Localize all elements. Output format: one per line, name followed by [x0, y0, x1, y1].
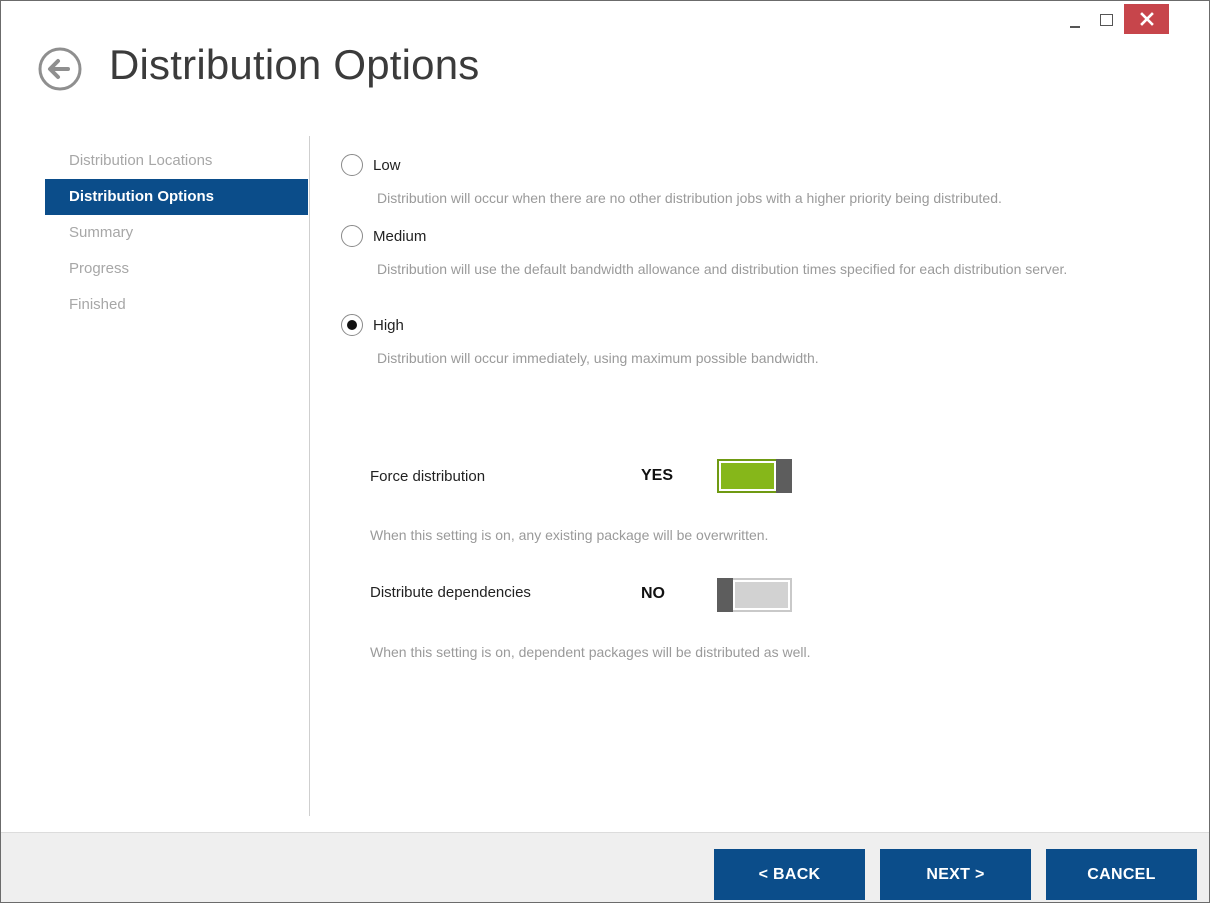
priority-medium-description: Distribution will use the default bandwi… — [377, 261, 1068, 277]
sidebar-item-finished: Finished — [69, 296, 126, 313]
toggle-knob[interactable] — [717, 578, 733, 612]
sidebar-item-progress: Progress — [69, 260, 130, 277]
toggle-fill — [735, 582, 788, 608]
priority-low-description: Distribution will occur when there are n… — [377, 190, 1002, 206]
distribute-dependencies-toggle[interactable] — [717, 578, 792, 612]
force-distribution-state: YES — [641, 467, 674, 484]
radio-circle[interactable] — [341, 154, 363, 176]
minimize-icon — [1070, 26, 1080, 28]
maximize-button[interactable] — [1091, 5, 1121, 35]
priority-high-radio[interactable]: High — [341, 314, 404, 336]
priority-high-description: Distribution will occur immediately, usi… — [377, 350, 819, 366]
close-button[interactable] — [1124, 4, 1169, 34]
wizard-window: Distribution Options Distribution Locati… — [0, 0, 1210, 903]
force-distribution-hint: When this setting is on, any existing pa… — [370, 527, 769, 543]
cancel-button[interactable]: CANCEL — [1046, 849, 1197, 900]
sidebar-item-summary: Summary — [69, 224, 134, 241]
distribute-dependencies-state: NO — [641, 585, 665, 602]
toggle-knob[interactable] — [776, 459, 792, 493]
back-button[interactable]: < BACK — [714, 849, 865, 900]
radio-label-high: High — [373, 316, 404, 334]
page-title: Distribution Options — [109, 41, 480, 88]
sidebar-item-distribution-locations[interactable]: Distribution Locations — [45, 143, 308, 179]
footer-bar: < BACK NEXT > CANCEL — [1, 832, 1209, 902]
priority-medium-radio[interactable]: Medium — [341, 225, 426, 247]
maximize-icon — [1099, 14, 1113, 26]
next-button[interactable]: NEXT > — [880, 849, 1031, 900]
close-icon — [1139, 12, 1154, 26]
priority-low-radio[interactable]: Low — [341, 154, 401, 176]
sidebar-nav: Distribution Locations Distribution Opti… — [45, 143, 308, 323]
toggle-fill — [721, 463, 774, 489]
distribute-dependencies-label: Distribute dependencies — [370, 584, 531, 601]
distribute-dependencies-hint: When this setting is on, dependent packa… — [370, 644, 811, 660]
radio-label-low: Low — [373, 156, 401, 174]
back-arrow-icon[interactable] — [38, 47, 82, 91]
sidebar-item-distribution-options[interactable]: Distribution Options — [45, 179, 308, 215]
radio-label-medium: Medium — [373, 227, 427, 245]
radio-circle-selected[interactable] — [341, 314, 363, 336]
sidebar-divider — [309, 136, 310, 816]
force-distribution-toggle[interactable] — [717, 459, 792, 493]
force-distribution-label: Force distribution — [370, 468, 486, 485]
radio-selected-dot — [347, 320, 357, 330]
radio-circle[interactable] — [341, 225, 363, 247]
minimize-button[interactable] — [1060, 5, 1090, 35]
